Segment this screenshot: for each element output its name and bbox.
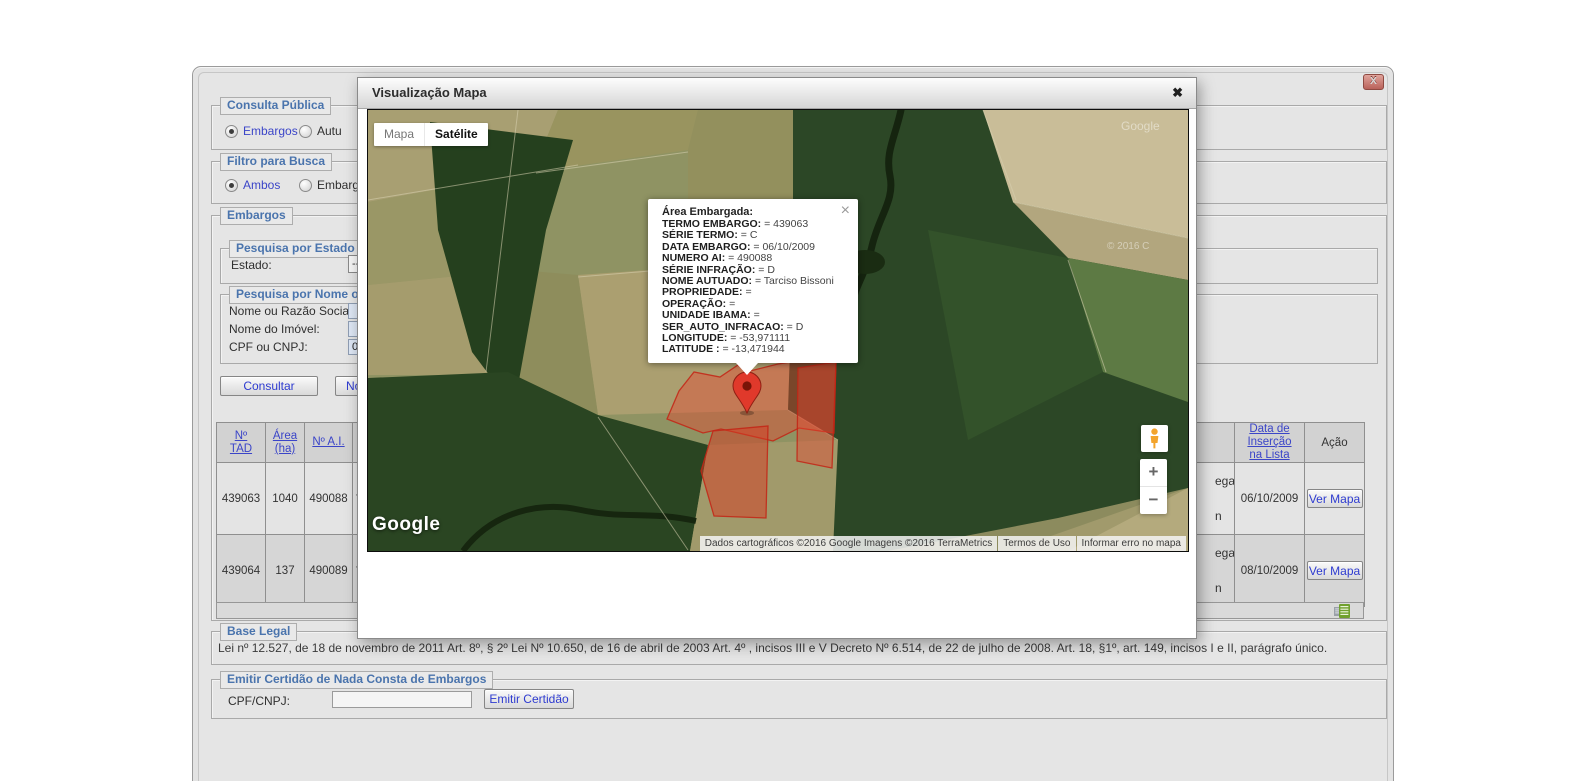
nome-imovel-label: Nome do Imóvel:	[229, 322, 320, 336]
header-n-tad[interactable]: Nº TAD	[230, 430, 252, 456]
modal-title: Visualização Mapa	[372, 85, 487, 100]
map-attribution: Dados cartográficos ©2016 Google Imagens…	[699, 536, 1186, 551]
legend-pesquisa-nome: Pesquisa por Nome ou	[229, 286, 373, 304]
legend-consulta-publica: Consulta Pública	[220, 97, 331, 115]
attribution-data: Dados cartográficos ©2016 Google Imagens…	[700, 536, 997, 551]
legend-embargos: Embargos	[220, 207, 293, 225]
cell-tad: 439063	[217, 463, 266, 535]
cell-data-insercao: 08/10/2009	[1235, 535, 1305, 607]
nome-razao-label: Nome ou Razão Social:	[229, 304, 355, 318]
certidao-cpf-label: CPF/CNPJ:	[228, 694, 290, 708]
export-excel-icon[interactable]	[1334, 604, 1350, 618]
imagery-watermark-copyright: © 2016 C	[1107, 241, 1149, 252]
cell-ai: 490089	[305, 535, 353, 607]
legend-filtro-busca: Filtro para Busca	[220, 153, 332, 171]
map-type-control: Mapa Satélite	[374, 123, 488, 146]
ver-mapa-button[interactable]: Ver Mapa	[1307, 489, 1363, 508]
cell-text-fragment: n	[1215, 509, 1222, 523]
info-window-close-icon[interactable]: ×	[841, 204, 850, 218]
header-data-insercao[interactable]: Data de Inserção na Lista	[1247, 423, 1291, 462]
attribution-report-link[interactable]: Informar erro no mapa	[1077, 536, 1187, 551]
cell-tad: 439064	[217, 535, 266, 607]
base-legal-text: Lei nº 12.527, de 18 de novembro de 2011…	[218, 641, 1327, 655]
map-modal: Visualização Mapa ✖	[357, 77, 1197, 639]
zoom-out-button[interactable]: −	[1140, 487, 1167, 514]
pegman-icon	[1147, 428, 1162, 449]
legend-base-legal: Base Legal	[220, 623, 297, 641]
cell-data-insercao: 06/10/2009	[1235, 463, 1305, 535]
modal-close-icon[interactable]: ✖	[1172, 85, 1183, 101]
modal-title-bar[interactable]: Visualização Mapa ✖	[358, 78, 1196, 109]
radio-filtro-embargos[interactable]	[299, 179, 312, 192]
cell-ai: 490088	[305, 463, 353, 535]
consultar-button[interactable]: Consultar	[220, 376, 318, 396]
tab-mapa[interactable]: Mapa	[374, 123, 424, 146]
fieldset-certidao: Emitir Certidão de Nada Consta de Embarg…	[211, 679, 1387, 719]
info-window: × Área Embargada: TERMO EMBARGO: = 43906…	[648, 199, 858, 363]
radio-embargos[interactable]	[225, 125, 238, 138]
pegman-control[interactable]	[1141, 425, 1168, 452]
radio-autuacoes[interactable]	[299, 125, 312, 138]
header-n-ai[interactable]: Nº A.I.	[312, 436, 344, 449]
estado-label: Estado:	[231, 258, 272, 272]
attribution-terms-link[interactable]: Termos de Uso	[998, 536, 1075, 551]
certidao-cpf-input[interactable]	[332, 691, 472, 708]
info-window-lines: TERMO EMBARGO: = 439063SÉRIE TERMO: = CD…	[662, 219, 854, 356]
google-logo: Google	[372, 514, 440, 536]
cell-text-fragment: n	[1215, 581, 1222, 595]
imagery-watermark-google: Google	[1121, 119, 1160, 133]
legend-certidao: Emitir Certidão de Nada Consta de Embarg…	[220, 671, 493, 689]
cell-text-fragment: egal	[1215, 546, 1235, 560]
header-area-ha[interactable]: Área (ha)	[273, 430, 297, 456]
tab-satelite[interactable]: Satélite	[424, 123, 488, 146]
ver-mapa-button[interactable]: Ver Mapa	[1307, 561, 1363, 580]
zoom-control: + −	[1140, 459, 1167, 514]
panel-close-button[interactable]: X	[1363, 74, 1384, 90]
cell-area: 137	[266, 535, 305, 607]
zoom-in-button[interactable]: +	[1140, 459, 1167, 487]
cell-text-fragment: egal	[1215, 474, 1235, 488]
radio-filtro-embargos-label[interactable]: Embarg	[317, 178, 359, 192]
info-window-line: LATITUDE : = -13,471944	[662, 344, 854, 355]
radio-ambos[interactable]	[225, 179, 238, 192]
radio-autuacoes-label[interactable]: Autu	[317, 124, 342, 138]
cell-area: 1040	[266, 463, 305, 535]
screen: X Consulta Pública Embargos Autu Filtro …	[0, 0, 1593, 781]
emitir-certidao-button[interactable]: Emitir Certidão	[484, 689, 574, 709]
cpf-cnpj-label: CPF ou CNPJ:	[229, 340, 308, 354]
radio-embargos-label[interactable]: Embargos	[243, 124, 298, 138]
radio-ambos-label[interactable]: Ambos	[243, 178, 280, 192]
header-acao: Ação	[1321, 437, 1347, 449]
